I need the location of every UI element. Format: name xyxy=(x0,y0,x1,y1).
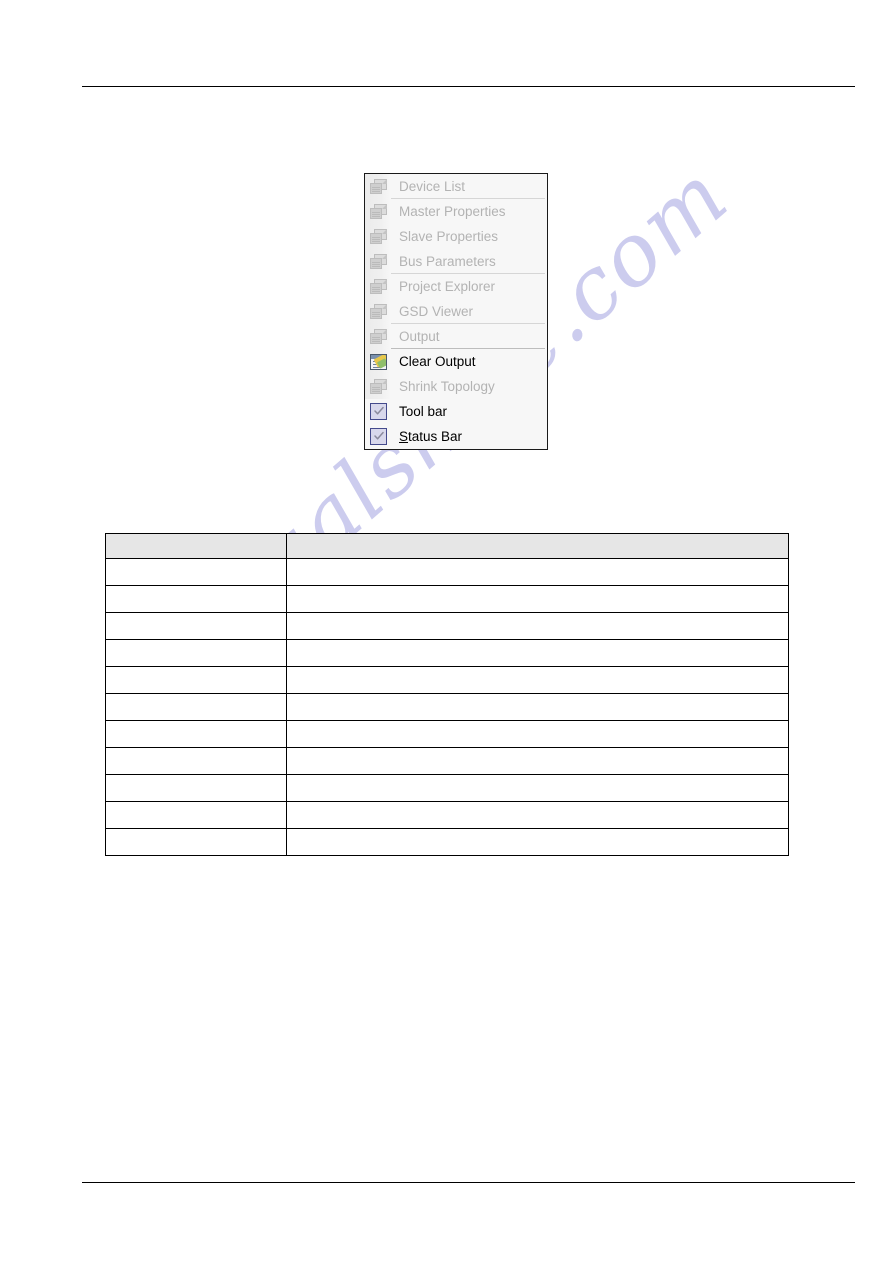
footer-rule xyxy=(82,1182,855,1183)
table-row xyxy=(105,720,789,748)
menu-item-bus-parameters: Bus Parameters xyxy=(365,249,547,274)
menu-item-output: Output xyxy=(365,324,547,349)
menu-item-gsd-viewer: GSD Viewer xyxy=(365,299,547,324)
menu-item-shrink-topology: Shrink Topology xyxy=(365,374,547,399)
table-header-cell-1 xyxy=(286,533,789,559)
menu-item-label: Device List xyxy=(399,178,466,194)
menu-item-label: Master Properties xyxy=(399,203,506,219)
menu-item-label: Bus Parameters xyxy=(399,253,496,269)
window-document-icon xyxy=(369,228,387,245)
table-row xyxy=(105,666,789,694)
table-cell xyxy=(105,585,287,613)
table-cell xyxy=(286,666,789,694)
window-document-icon xyxy=(369,378,387,395)
table-row xyxy=(105,558,789,586)
menu-item-icon-slot xyxy=(365,249,391,274)
table-row xyxy=(105,828,789,856)
table-cell xyxy=(105,747,287,775)
table-cell xyxy=(105,828,287,856)
menu-item-clear-output[interactable]: Clear Output xyxy=(365,349,547,374)
table-cell xyxy=(286,801,789,829)
table-cell xyxy=(105,801,287,829)
menu-item-slave-properties: Slave Properties xyxy=(365,224,547,249)
menu-item-project-explorer: Project Explorer xyxy=(365,274,547,299)
view-context-menu[interactable]: Device List Master Properties Slave Proper… xyxy=(364,173,548,450)
table-cell xyxy=(105,693,287,721)
table-header-row xyxy=(105,533,789,559)
menu-item-label: GSD Viewer xyxy=(399,303,474,319)
table-row xyxy=(105,612,789,640)
menu-item-tool-bar[interactable]: Tool bar xyxy=(365,399,547,424)
reference-table xyxy=(105,533,789,856)
table-cell xyxy=(286,612,789,640)
table-cell xyxy=(105,558,287,586)
menu-item-icon-slot xyxy=(365,424,391,449)
header-rule xyxy=(82,86,855,87)
table-row xyxy=(105,585,789,613)
menu-item-icon-slot xyxy=(365,299,391,324)
window-document-icon xyxy=(369,278,387,295)
checkbox-checked-icon[interactable] xyxy=(369,428,387,445)
menu-item-icon-slot xyxy=(365,399,391,424)
table-cell xyxy=(105,720,287,748)
table-header-cell-0 xyxy=(105,533,287,559)
table-cell xyxy=(286,585,789,613)
menu-item-label: Shrink Topology xyxy=(399,378,495,394)
table-cell xyxy=(286,693,789,721)
menu-item-icon-slot xyxy=(365,274,391,299)
window-document-icon xyxy=(369,303,387,320)
table-row xyxy=(105,639,789,667)
window-document-icon xyxy=(369,203,387,220)
table-cell xyxy=(105,612,287,640)
menu-item-status-bar[interactable]: Status Bar xyxy=(365,424,547,449)
table-cell xyxy=(286,828,789,856)
menu-item-label: Clear Output xyxy=(399,353,476,369)
clear-output-icon xyxy=(369,353,387,370)
menu-item-icon-slot xyxy=(365,324,391,349)
menu-item-label: Status Bar xyxy=(399,428,463,444)
menu-item-label: Tool bar xyxy=(399,403,448,419)
table-cell xyxy=(105,666,287,694)
menu-item-icon-slot xyxy=(365,174,391,199)
table-cell xyxy=(105,639,287,667)
menu-item-icon-slot xyxy=(365,349,391,374)
menu-item-icon-slot xyxy=(365,224,391,249)
window-document-icon xyxy=(369,328,387,345)
table-cell xyxy=(286,720,789,748)
table-row xyxy=(105,693,789,721)
window-document-icon xyxy=(369,253,387,270)
menu-item-device-list: Device List xyxy=(365,174,547,199)
table-cell xyxy=(286,558,789,586)
table-cell xyxy=(286,774,789,802)
menu-item-label: Slave Properties xyxy=(399,228,499,244)
table-cell xyxy=(105,774,287,802)
window-document-icon xyxy=(369,178,387,195)
menu-item-icon-slot xyxy=(365,374,391,399)
menu-item-label: Project Explorer xyxy=(399,278,496,294)
table-row xyxy=(105,774,789,802)
menu-item-label: Output xyxy=(399,328,440,344)
checkbox-checked-icon[interactable] xyxy=(369,403,387,420)
table-cell xyxy=(286,639,789,667)
table-row xyxy=(105,801,789,829)
table-row xyxy=(105,747,789,775)
menu-item-icon-slot xyxy=(365,199,391,224)
menu-item-master-properties: Master Properties xyxy=(365,199,547,224)
table-cell xyxy=(286,747,789,775)
